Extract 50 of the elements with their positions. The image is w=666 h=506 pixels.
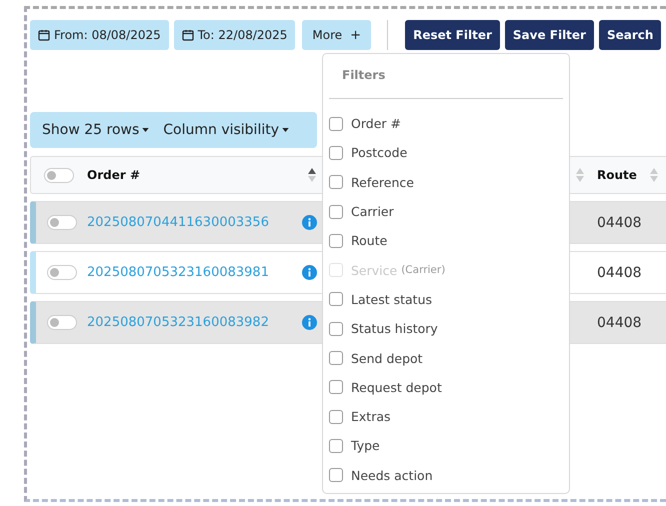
caret-icon — [142, 128, 150, 132]
menu-item[interactable]: Order # — [329, 109, 563, 138]
checkbox[interactable] — [329, 322, 343, 336]
more-button[interactable]: More + — [302, 20, 372, 50]
caret-icon — [282, 128, 290, 132]
menu-item[interactable]: Type — [329, 431, 563, 461]
menu-item[interactable]: Postcode — [329, 138, 563, 168]
menu-item[interactable]: Latest status — [329, 284, 563, 314]
action-button[interactable]: Save Filter — [504, 20, 594, 50]
checkbox[interactable] — [329, 292, 343, 306]
toggle-switch[interactable] — [46, 265, 76, 280]
info-icon[interactable] — [302, 265, 317, 280]
checkbox[interactable] — [329, 351, 343, 366]
menu-item[interactable]: Extras — [329, 402, 563, 432]
menu-item[interactable]: Send depot — [329, 343, 563, 373]
menu-item[interactable]: Reference — [329, 168, 563, 197]
checkbox[interactable] — [329, 234, 343, 248]
toggle-switch[interactable] — [44, 168, 74, 182]
toggle-switch[interactable] — [46, 215, 76, 230]
table-cell: 04408 — [597, 214, 642, 230]
toggle-switch[interactable] — [46, 315, 76, 330]
menu-item[interactable]: Request depot — [329, 372, 563, 402]
checkbox[interactable] — [329, 410, 343, 424]
menu-title: Filters — [341, 67, 386, 84]
checkbox[interactable] — [329, 116, 343, 131]
calendar-icon — [182, 29, 194, 41]
menu-item[interactable]: Status history — [329, 314, 563, 344]
column-header[interactable]: Order # — [87, 168, 140, 182]
menu-item[interactable]: Needs action — [329, 460, 563, 490]
menu-item[interactable]: Route — [329, 226, 563, 256]
dropdown-button[interactable]: Show 25 rows — [42, 122, 150, 138]
menu-item[interactable]: Carrier — [329, 196, 563, 226]
checkbox[interactable] — [329, 175, 343, 190]
info-icon[interactable] — [302, 215, 317, 230]
info-icon[interactable] — [302, 315, 317, 330]
checkbox[interactable] — [329, 380, 343, 394]
date-filter-button[interactable]: From: 08/08/2025 — [30, 20, 169, 50]
calendar-icon — [38, 29, 50, 41]
checkbox[interactable] — [329, 468, 343, 482]
column-header[interactable]: Route — [597, 168, 637, 182]
table-cell: 04408 — [597, 314, 642, 330]
date-filter-button[interactable]: To: 22/08/2025 — [174, 20, 296, 50]
dropdown-button[interactable]: Column visibility — [163, 122, 290, 138]
checkbox[interactable] — [329, 204, 343, 219]
action-button[interactable]: Search — [598, 20, 662, 50]
checkbox[interactable] — [329, 146, 343, 160]
sort-icon[interactable] — [307, 167, 317, 183]
table-cell: 04408 — [597, 264, 642, 280]
action-button[interactable]: Reset Filter — [405, 20, 500, 50]
checkbox[interactable] — [329, 438, 343, 453]
